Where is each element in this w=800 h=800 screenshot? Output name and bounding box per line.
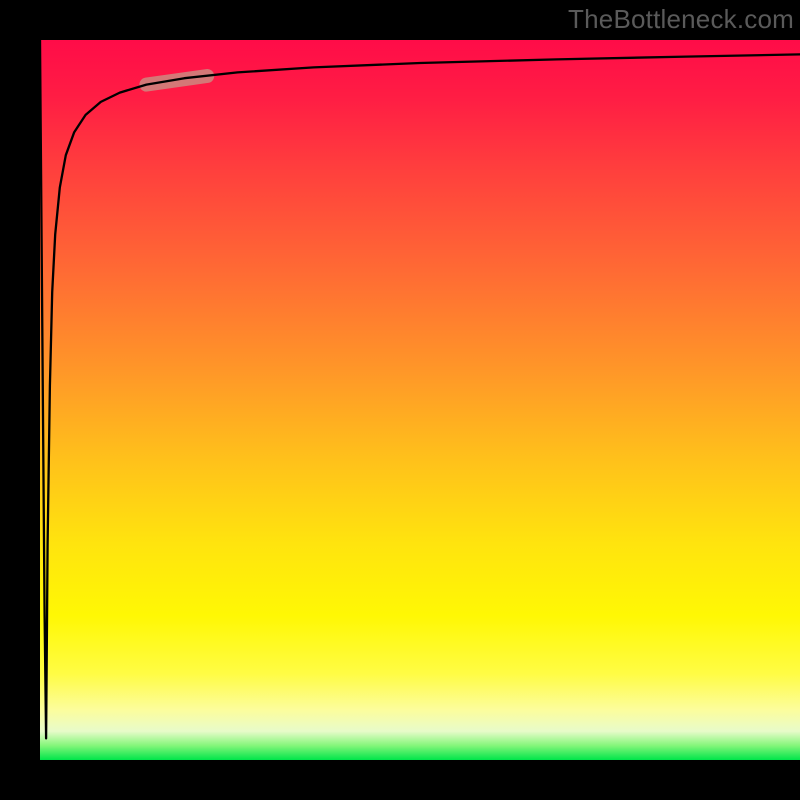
curve-svg bbox=[40, 40, 800, 760]
chart-frame: TheBottleneck.com bbox=[0, 0, 800, 800]
curve-line bbox=[40, 40, 800, 738]
plot-area bbox=[40, 40, 800, 760]
watermark-text: TheBottleneck.com bbox=[568, 4, 794, 35]
